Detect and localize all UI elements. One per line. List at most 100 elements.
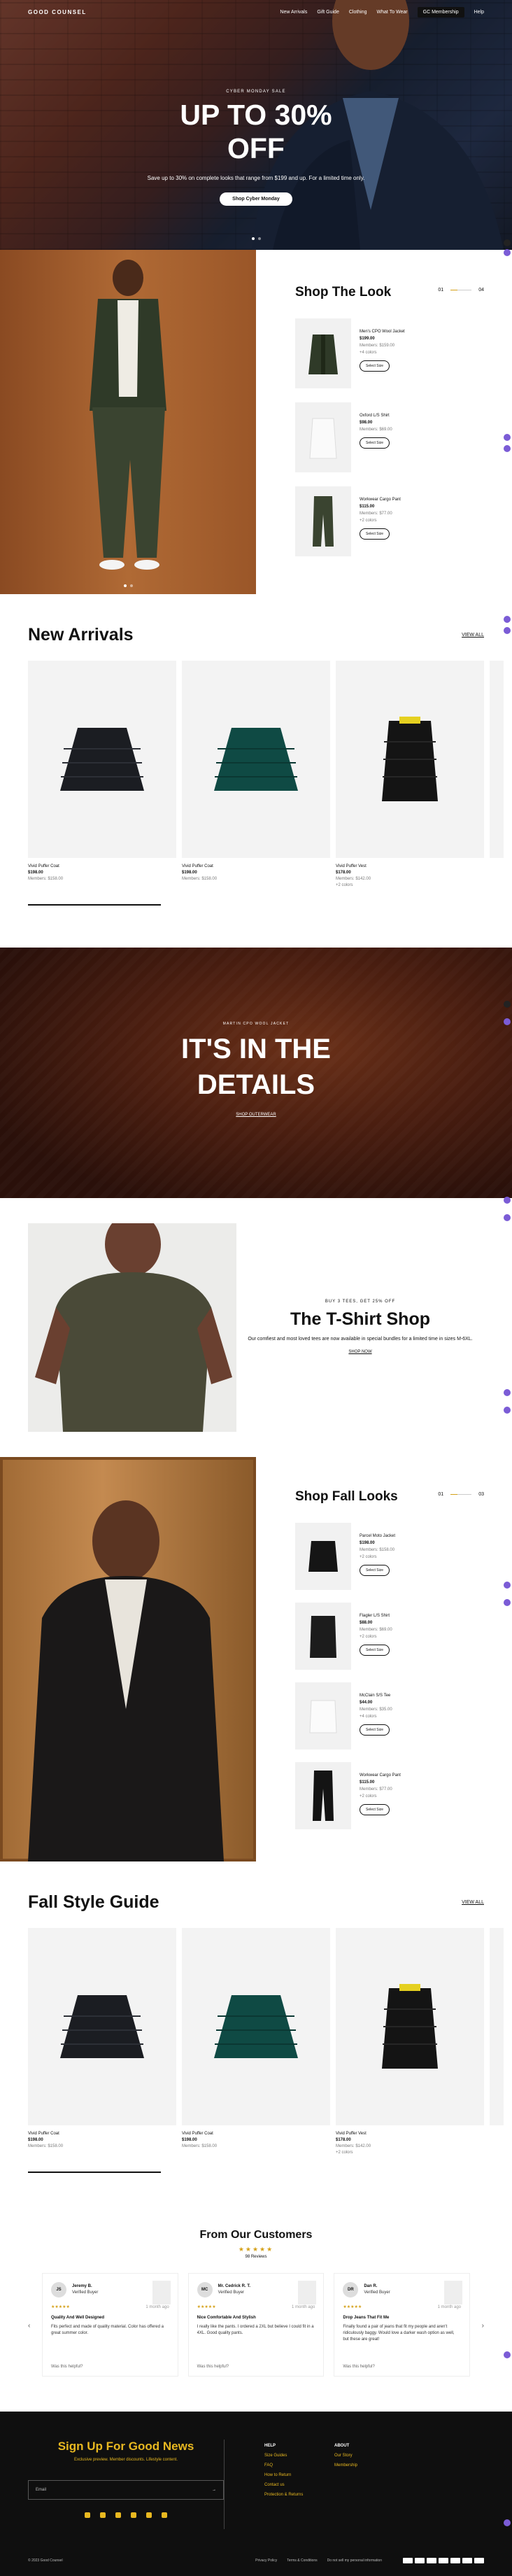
- select-size-button[interactable]: Select Size: [360, 528, 390, 540]
- product-name[interactable]: Vivid Puffer Coat: [28, 2131, 176, 2137]
- select-size-button[interactable]: Select Size: [360, 1645, 390, 1656]
- product-image[interactable]: [490, 661, 504, 858]
- look-item[interactable]: Men's CPO Wool Jacket $199.00 Members: $…: [295, 318, 484, 388]
- chat-icon[interactable]: [504, 249, 511, 256]
- product-name[interactable]: Men's CPO Wool Jacket: [360, 328, 405, 335]
- look-item[interactable]: McClain S/S Tee $44.00 Members: $35.00 +…: [295, 1682, 484, 1750]
- terms-link[interactable]: Terms & Conditions: [287, 2559, 317, 2563]
- product-name[interactable]: Vivid Puffer Vest: [336, 2131, 484, 2137]
- footer-link-contact[interactable]: Contact us: [264, 2480, 303, 2490]
- chat-icon[interactable]: [504, 1214, 511, 1221]
- look-item[interactable]: Workwear Cargo Pant $115.00 Members: $77…: [295, 1762, 484, 1829]
- accessibility-icon[interactable]: [504, 239, 511, 246]
- product-card[interactable]: Vivid Puffer Vest $178.00 Members: $142.…: [336, 1928, 484, 2156]
- product-name[interactable]: Vivid Puffer Coat: [182, 2131, 330, 2137]
- product-name[interactable]: Oxford L/S Shirt: [360, 412, 392, 419]
- chat-icon[interactable]: [504, 1599, 511, 1606]
- product-thumb[interactable]: [295, 1682, 351, 1750]
- footer-link-size-guides[interactable]: Size Guides: [264, 2451, 303, 2461]
- product-image[interactable]: [28, 661, 176, 858]
- product-thumb[interactable]: [295, 1603, 351, 1670]
- product-thumb[interactable]: [295, 1762, 351, 1829]
- product-image[interactable]: [490, 1928, 504, 2125]
- chevron-right-icon[interactable]: ›: [482, 2322, 484, 2330]
- carousel-dot[interactable]: [257, 237, 261, 240]
- product-name[interactable]: Vivid Puffer Coat: [182, 864, 330, 870]
- view-all-link[interactable]: VIEW ALL: [462, 633, 484, 638]
- select-size-button[interactable]: Select Size: [360, 1804, 390, 1815]
- carousel-dot[interactable]: [129, 584, 133, 587]
- helpful-prompt[interactable]: Was this helpful?: [197, 2364, 229, 2370]
- product-card[interactable]: Vivid Puffer Coat $198.00 Members: $158.…: [28, 1928, 176, 2156]
- carousel-dot[interactable]: [123, 584, 127, 587]
- footer-link-returns[interactable]: How to Return: [264, 2470, 303, 2480]
- facebook-icon[interactable]: [115, 2512, 121, 2518]
- product-image[interactable]: [182, 1928, 330, 2125]
- helpful-prompt[interactable]: Was this helpful?: [343, 2364, 374, 2370]
- product-thumb[interactable]: [295, 486, 351, 556]
- chat-icon[interactable]: [504, 1389, 511, 1396]
- product-card[interactable]: Vivid Puffer Coat $198.00 Members: $158.…: [182, 661, 330, 889]
- product-thumb[interactable]: [295, 318, 351, 388]
- product-name[interactable]: Workwear Cargo Pant: [360, 1772, 401, 1779]
- twitter-icon[interactable]: [146, 2512, 152, 2518]
- nav-link-what-to-wear[interactable]: What To Wear: [377, 10, 408, 15]
- product-image[interactable]: [336, 1928, 484, 2125]
- product-card[interactable]: Vivid Puffer Vest $178.00 Members: $142.…: [336, 661, 484, 889]
- look-item[interactable]: Workwear Cargo Pant $115.00 Members: $77…: [295, 486, 484, 556]
- do-not-sell-link[interactable]: Do not sell my personal information: [327, 2559, 382, 2563]
- product-thumb[interactable]: [295, 402, 351, 472]
- accessibility-icon[interactable]: [504, 1001, 511, 1008]
- review-photo[interactable]: [444, 2281, 463, 2304]
- submit-arrow-icon[interactable]: →: [212, 2488, 216, 2492]
- carousel-scrollbar[interactable]: [28, 2172, 161, 2173]
- product-card[interactable]: Vivid Puffer Coat $198.00 Members: $158.…: [182, 1928, 330, 2156]
- review-photo[interactable]: [298, 2281, 317, 2304]
- chat-icon[interactable]: [504, 2519, 511, 2526]
- product-name[interactable]: Vivid Puffer Coat: [28, 864, 176, 870]
- product-card-partial[interactable]: [490, 1928, 504, 2156]
- chat-icon[interactable]: [504, 2351, 511, 2358]
- shop-now-link[interactable]: SHOP NOW: [348, 1350, 371, 1354]
- select-size-button[interactable]: Select Size: [360, 437, 390, 449]
- look-item[interactable]: Parcel Moto Jacket $198.00 Members: $158…: [295, 1523, 484, 1590]
- select-size-button[interactable]: Select Size: [360, 360, 390, 372]
- nav-link-clothing[interactable]: Clothing: [349, 10, 367, 15]
- view-all-link[interactable]: VIEW ALL: [462, 1900, 484, 1905]
- product-image[interactable]: [182, 661, 330, 858]
- email-input[interactable]: Email →: [28, 2480, 224, 2500]
- shop-cyber-monday-button[interactable]: Shop Cyber Monday: [220, 192, 292, 206]
- footer-link-faq[interactable]: FAQ: [264, 2461, 303, 2470]
- shop-outerwear-link[interactable]: SHOP OUTERWEAR: [236, 1113, 276, 1117]
- tiktok-icon[interactable]: [85, 2512, 90, 2518]
- footer-link-our-story[interactable]: Our Story: [334, 2451, 357, 2461]
- product-name[interactable]: Vivid Puffer Vest: [336, 864, 484, 870]
- select-size-button[interactable]: Select Size: [360, 1565, 390, 1576]
- footer-link-membership[interactable]: Membership: [334, 2461, 357, 2470]
- helpful-prompt[interactable]: Was this helpful?: [51, 2364, 83, 2370]
- instagram-icon[interactable]: [100, 2512, 106, 2518]
- product-card-partial[interactable]: [490, 661, 504, 889]
- chat-icon[interactable]: [504, 1407, 511, 1414]
- footer-link-protection[interactable]: Protection & Returns: [264, 2490, 303, 2500]
- chevron-left-icon[interactable]: ‹: [28, 2322, 30, 2330]
- chat-icon[interactable]: [504, 445, 511, 452]
- linkedin-icon[interactable]: [131, 2512, 136, 2518]
- product-thumb[interactable]: [295, 1523, 351, 1590]
- carousel-dot[interactable]: [251, 237, 255, 240]
- chat-icon[interactable]: [504, 434, 511, 441]
- chat-icon[interactable]: [504, 1582, 511, 1589]
- chat-icon[interactable]: [504, 1197, 511, 1204]
- product-name[interactable]: Workwear Cargo Pant: [360, 496, 401, 503]
- privacy-link[interactable]: Privacy Policy: [255, 2559, 277, 2563]
- product-name[interactable]: McClain S/S Tee: [360, 1692, 392, 1699]
- carousel-scrollbar[interactable]: [28, 904, 161, 906]
- chat-icon[interactable]: [504, 616, 511, 623]
- review-photo[interactable]: [152, 2281, 171, 2304]
- nav-link-help[interactable]: Help: [474, 10, 484, 15]
- nav-link-gift-guide[interactable]: Gift Guide: [317, 10, 339, 15]
- nav-link-membership[interactable]: GC Membership: [417, 6, 464, 17]
- product-image[interactable]: [336, 661, 484, 858]
- look-item[interactable]: Oxford L/S Shirt $98.00 Members: $69.00 …: [295, 402, 484, 472]
- product-name[interactable]: Parcel Moto Jacket: [360, 1533, 395, 1540]
